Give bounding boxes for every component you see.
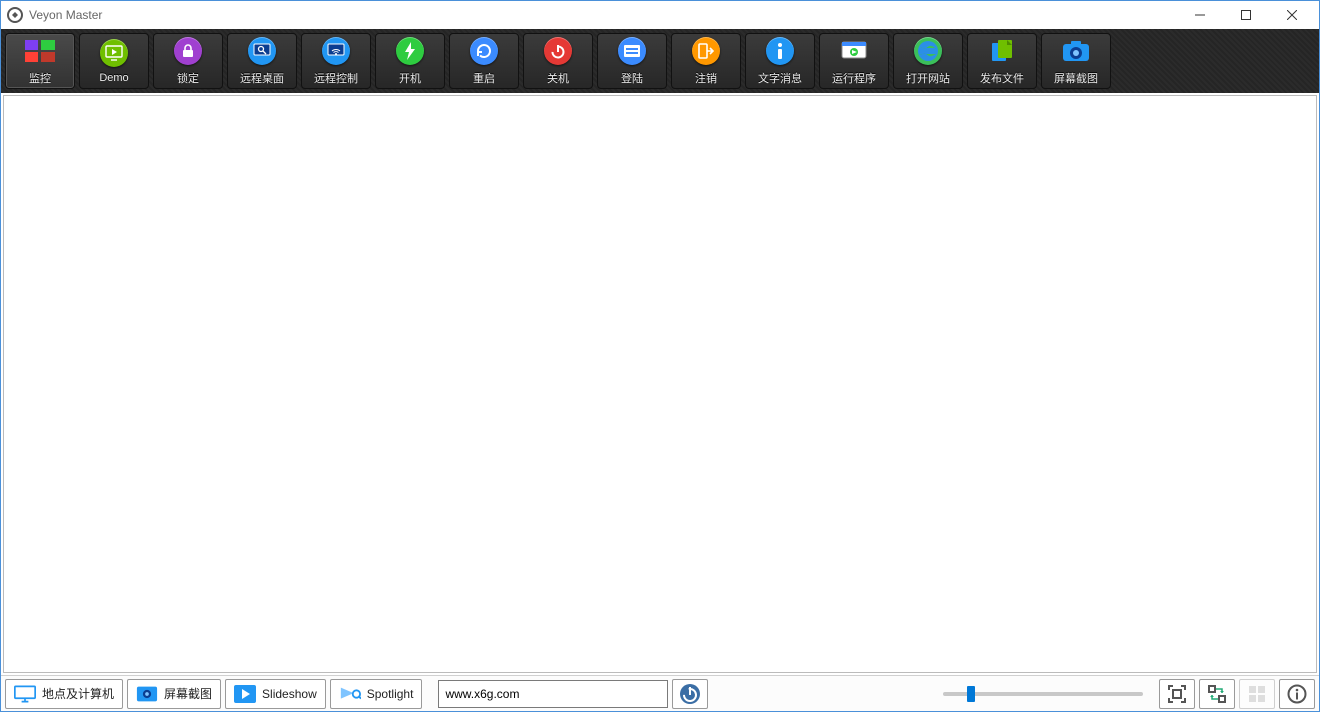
toolbar-label: 注销 (695, 70, 717, 86)
toolbar-label: 重启 (473, 70, 495, 86)
camera-icon (136, 685, 158, 703)
toolbar-label: 屏幕截图 (1054, 70, 1098, 86)
minimize-button[interactable] (1177, 1, 1223, 29)
logout-button[interactable]: 注销 (671, 33, 741, 89)
toolbar-label: 发布文件 (980, 70, 1024, 86)
slideshow-panel-button[interactable]: Slideshow (225, 679, 326, 709)
toolbar-label: 锁定 (177, 70, 199, 86)
window-title: Veyon Master (29, 8, 102, 22)
info-icon (765, 36, 795, 66)
main-toolbar: 监控 Demo 锁定 远程桌面 远程控制 开机 重启 关机 登陆 注销 文字消息 运行程序 打开网站 发布… (1, 29, 1319, 93)
toolbar-label: 远程控制 (314, 70, 358, 86)
reload-icon (469, 36, 499, 66)
camera-icon (1061, 36, 1091, 66)
window-controls (1177, 1, 1315, 29)
maximize-button[interactable] (1223, 1, 1269, 29)
lock-icon (173, 36, 203, 66)
monitor-icon (14, 685, 36, 703)
bolt-icon (395, 36, 425, 66)
slider-thumb[interactable] (967, 686, 975, 702)
files-icon (987, 36, 1017, 66)
monitor-button[interactable]: 监控 (5, 33, 75, 89)
toolbar-label: 打开网站 (906, 70, 950, 86)
grid-icon (1247, 684, 1267, 704)
globe-icon (913, 36, 943, 66)
zoom-slider[interactable] (943, 692, 1143, 696)
screenshot-button[interactable]: 屏幕截图 (1041, 33, 1111, 89)
login-button[interactable]: 登陆 (597, 33, 667, 89)
toolbar-label: 登陆 (621, 70, 643, 86)
toolbar-label: 文字消息 (758, 70, 802, 86)
reboot-button[interactable]: 重启 (449, 33, 519, 89)
power-off-button[interactable]: 关机 (523, 33, 593, 89)
app-icon (7, 7, 23, 23)
remote-control-button[interactable]: 远程控制 (301, 33, 371, 89)
title-bar: Veyon Master (1, 1, 1319, 29)
power-icon (543, 36, 573, 66)
power-toggle-button[interactable] (672, 679, 708, 709)
bottom-bar: 地点及计算机 屏幕截图 Slideshow Spotlight (1, 675, 1319, 711)
locations-panel-button[interactable]: 地点及计算机 (5, 679, 123, 709)
toolbar-label: 运行程序 (832, 70, 876, 86)
screen-wifi-icon (321, 36, 351, 66)
fit-screen-icon (1167, 684, 1187, 704)
power-on-button[interactable]: 开机 (375, 33, 445, 89)
arrange-icon (1207, 684, 1227, 704)
logout-icon (691, 36, 721, 66)
search-input[interactable] (438, 680, 668, 708)
toolbar-label: 远程桌面 (240, 70, 284, 86)
panel-label: 屏幕截图 (164, 685, 212, 702)
remote-view-button[interactable]: 远程桌面 (227, 33, 297, 89)
screen-search-icon (247, 36, 277, 66)
grid-arrange-button[interactable] (1239, 679, 1275, 709)
screen-play-icon (99, 38, 129, 68)
play-icon (234, 685, 256, 703)
toolbar-label: 监控 (29, 70, 51, 86)
screenshots-panel-button[interactable]: 屏幕截图 (127, 679, 221, 709)
login-icon (617, 36, 647, 66)
toolbar-label: Demo (99, 72, 128, 84)
run-program-button[interactable]: 运行程序 (819, 33, 889, 89)
close-button[interactable] (1269, 1, 1315, 29)
panel-label: Spotlight (367, 687, 414, 701)
toolbar-label: 开机 (399, 70, 421, 86)
monitor-tiles-icon (25, 36, 55, 66)
about-button[interactable] (1279, 679, 1315, 709)
demo-button[interactable]: Demo (79, 33, 149, 89)
spotlight-icon (339, 685, 361, 703)
content-area[interactable] (3, 95, 1317, 673)
open-website-button[interactable]: 打开网站 (893, 33, 963, 89)
panel-label: Slideshow (262, 687, 317, 701)
fit-screen-button[interactable] (1159, 679, 1195, 709)
file-transfer-button[interactable]: 发布文件 (967, 33, 1037, 89)
run-icon (839, 36, 869, 66)
lock-button[interactable]: 锁定 (153, 33, 223, 89)
info-icon (1287, 684, 1307, 704)
auto-arrange-button[interactable] (1199, 679, 1235, 709)
panel-label: 地点及计算机 (42, 685, 114, 702)
spotlight-panel-button[interactable]: Spotlight (330, 679, 423, 709)
text-message-button[interactable]: 文字消息 (745, 33, 815, 89)
toolbar-label: 关机 (547, 70, 569, 86)
power-icon (679, 683, 701, 705)
